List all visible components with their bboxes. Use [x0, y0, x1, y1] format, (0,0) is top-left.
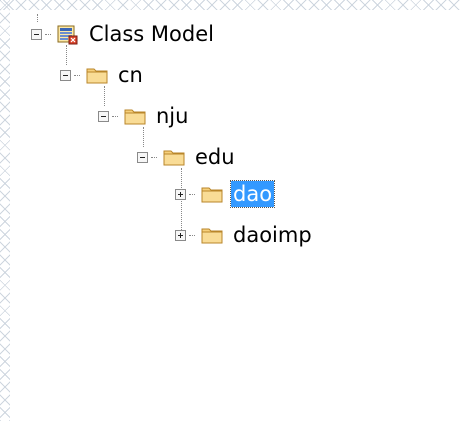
- package-tree: Class Model cn nju edu dao daoimp: [0, 0, 460, 421]
- tree-connector: [189, 234, 195, 236]
- tree-node-label: daoimp: [233, 223, 312, 247]
- tree-connector: [74, 74, 80, 76]
- tree-node-nju[interactable]: nju: [98, 102, 190, 130]
- tree-node-label: edu: [195, 145, 235, 169]
- folder-icon: [86, 66, 108, 84]
- collapse-toggle-icon[interactable]: [31, 28, 42, 40]
- collapse-toggle-icon[interactable]: [60, 69, 71, 81]
- folder-icon: [163, 148, 185, 166]
- tree-connector: [45, 33, 51, 35]
- tree-node-label-selected: dao: [229, 180, 276, 208]
- tree-node-cn[interactable]: cn: [60, 61, 145, 89]
- tree-node-dao[interactable]: dao: [175, 180, 276, 208]
- collapse-toggle-icon[interactable]: [137, 151, 148, 163]
- tree-node-label: cn: [118, 63, 143, 87]
- tree-node-class-model[interactable]: Class Model: [31, 20, 216, 48]
- collapse-toggle-icon[interactable]: [98, 110, 109, 122]
- tree-view-panel: Class Model cn nju edu dao daoimp: [0, 0, 460, 421]
- folder-icon: [124, 107, 146, 125]
- tree-node-label: nju: [156, 104, 189, 128]
- tree-connector: [189, 193, 195, 195]
- expand-toggle-icon[interactable]: [175, 188, 186, 200]
- folder-icon: [201, 185, 223, 203]
- tree-connector: [112, 115, 118, 117]
- class-model-icon: [57, 25, 79, 45]
- tree-node-label: Class Model: [89, 22, 214, 46]
- tree-node-daoimp[interactable]: daoimp: [175, 221, 314, 249]
- tree-node-edu[interactable]: edu: [137, 143, 237, 171]
- expand-toggle-icon[interactable]: [175, 229, 186, 241]
- folder-icon: [201, 226, 223, 244]
- tree-connector: [151, 156, 157, 158]
